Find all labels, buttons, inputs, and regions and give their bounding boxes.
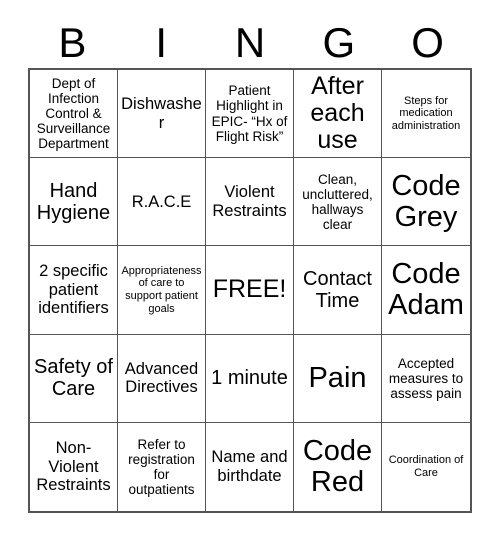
bingo-cell-label: Coordination of Care: [388, 454, 464, 479]
bingo-cell-r3c4[interactable]: Contact Time: [294, 246, 382, 335]
bingo-cell-label: Dept of Infection Control & Surveillance…: [36, 75, 111, 152]
bingo-cell-r2c1[interactable]: Hand Hygiene: [30, 158, 118, 247]
bingo-cell-label: Pain: [308, 361, 367, 394]
bingo-cell-label: Code Adam: [388, 258, 464, 321]
bingo-cell-label: Refer to registration for outpatients: [128, 436, 195, 497]
bingo-cell-r4c1[interactable]: Safety of Care: [30, 334, 118, 423]
bingo-cell-label: Dishwasher: [121, 95, 202, 132]
bingo-cell-label: Steps for medication administration: [391, 94, 461, 132]
bingo-header-row: B I N G O: [28, 18, 472, 68]
bingo-cell-label: After each use: [310, 72, 365, 155]
bingo-header-letter-b: B: [58, 19, 87, 66]
bingo-card: B I N G O Dept of Infection Control & Su…: [0, 0, 500, 544]
bingo-cell-r1c5[interactable]: Steps for medication administration: [382, 70, 470, 159]
bingo-cell-label: Advanced Directives: [124, 359, 199, 397]
bingo-cell-label: Accepted measures to assess pain: [388, 355, 464, 401]
bingo-cell-label: Contact Time: [303, 267, 372, 312]
bingo-cell-r4c4[interactable]: Pain: [294, 334, 382, 423]
bingo-cell-r3c1[interactable]: 2 specific patient identifiers: [30, 246, 118, 335]
bingo-cell-label: Name and birthdate: [211, 448, 288, 485]
bingo-cell-label: Safety of Care: [34, 356, 113, 401]
bingo-cell-label: Code Red: [302, 435, 373, 498]
bingo-cell-r5c1[interactable]: Non-Violent Restraints: [30, 422, 118, 511]
bingo-grid: Dept of Infection Control & Surveillance…: [28, 68, 472, 513]
bingo-cell-r1c3[interactable]: Patient Highlight in EPIC- “Hx of Flight…: [206, 70, 294, 159]
bingo-cell-label: R.A.C.E: [131, 192, 192, 211]
bingo-cell-r5c4[interactable]: Code Red: [294, 422, 382, 511]
bingo-header-letter-n: N: [234, 19, 266, 66]
bingo-cell-r4c2[interactable]: Advanced Directives: [118, 334, 206, 423]
bingo-header-letter-i: I: [155, 19, 168, 66]
bingo-cell-r5c2[interactable]: Refer to registration for outpatients: [118, 422, 206, 511]
bingo-cell-label: Code Grey: [391, 170, 461, 233]
bingo-cell-r4c3[interactable]: 1 minute: [206, 334, 294, 423]
bingo-cell-label: 1 minute: [211, 367, 288, 390]
bingo-cell-r2c4[interactable]: Clean, uncluttered, hallways clear: [294, 158, 382, 247]
bingo-cell-label: 2 specific patient identifiers: [38, 262, 109, 318]
bingo-cell-label: FREE!: [212, 275, 287, 304]
bingo-cell-r3c5[interactable]: Code Adam: [382, 246, 470, 335]
bingo-cell-r1c1[interactable]: Dept of Infection Control & Surveillance…: [30, 70, 118, 159]
bingo-cell-label: Clean, uncluttered, hallways clear: [302, 171, 373, 232]
bingo-cell-r5c5[interactable]: Coordination of Care: [382, 422, 470, 511]
bingo-cell-label: Non-Violent Restraints: [36, 439, 111, 495]
bingo-header-letter-o: O: [411, 19, 444, 66]
bingo-cell-label: Hand Hygiene: [36, 179, 111, 224]
bingo-cell-r3c2[interactable]: Appropriateness of care to support patie…: [118, 246, 206, 335]
bingo-cell-r1c4[interactable]: After each use: [294, 70, 382, 159]
bingo-cell-r1c2[interactable]: Dishwasher: [118, 70, 206, 159]
bingo-cell-free-space[interactable]: FREE!: [206, 246, 294, 335]
bingo-cell-r4c5[interactable]: Accepted measures to assess pain: [382, 334, 470, 423]
bingo-cell-label: Patient Highlight in EPIC- “Hx of Flight…: [211, 83, 288, 144]
bingo-cell-r2c5[interactable]: Code Grey: [382, 158, 470, 247]
bingo-cell-r5c3[interactable]: Name and birthdate: [206, 422, 294, 511]
bingo-cell-label: Violent Restraints: [212, 183, 287, 220]
bingo-cell-label: Appropriateness of care to support patie…: [121, 264, 202, 315]
bingo-cell-r2c2[interactable]: R.A.C.E: [118, 158, 206, 247]
bingo-cell-r2c3[interactable]: Violent Restraints: [206, 158, 294, 247]
bingo-header-letter-g: G: [322, 19, 356, 66]
